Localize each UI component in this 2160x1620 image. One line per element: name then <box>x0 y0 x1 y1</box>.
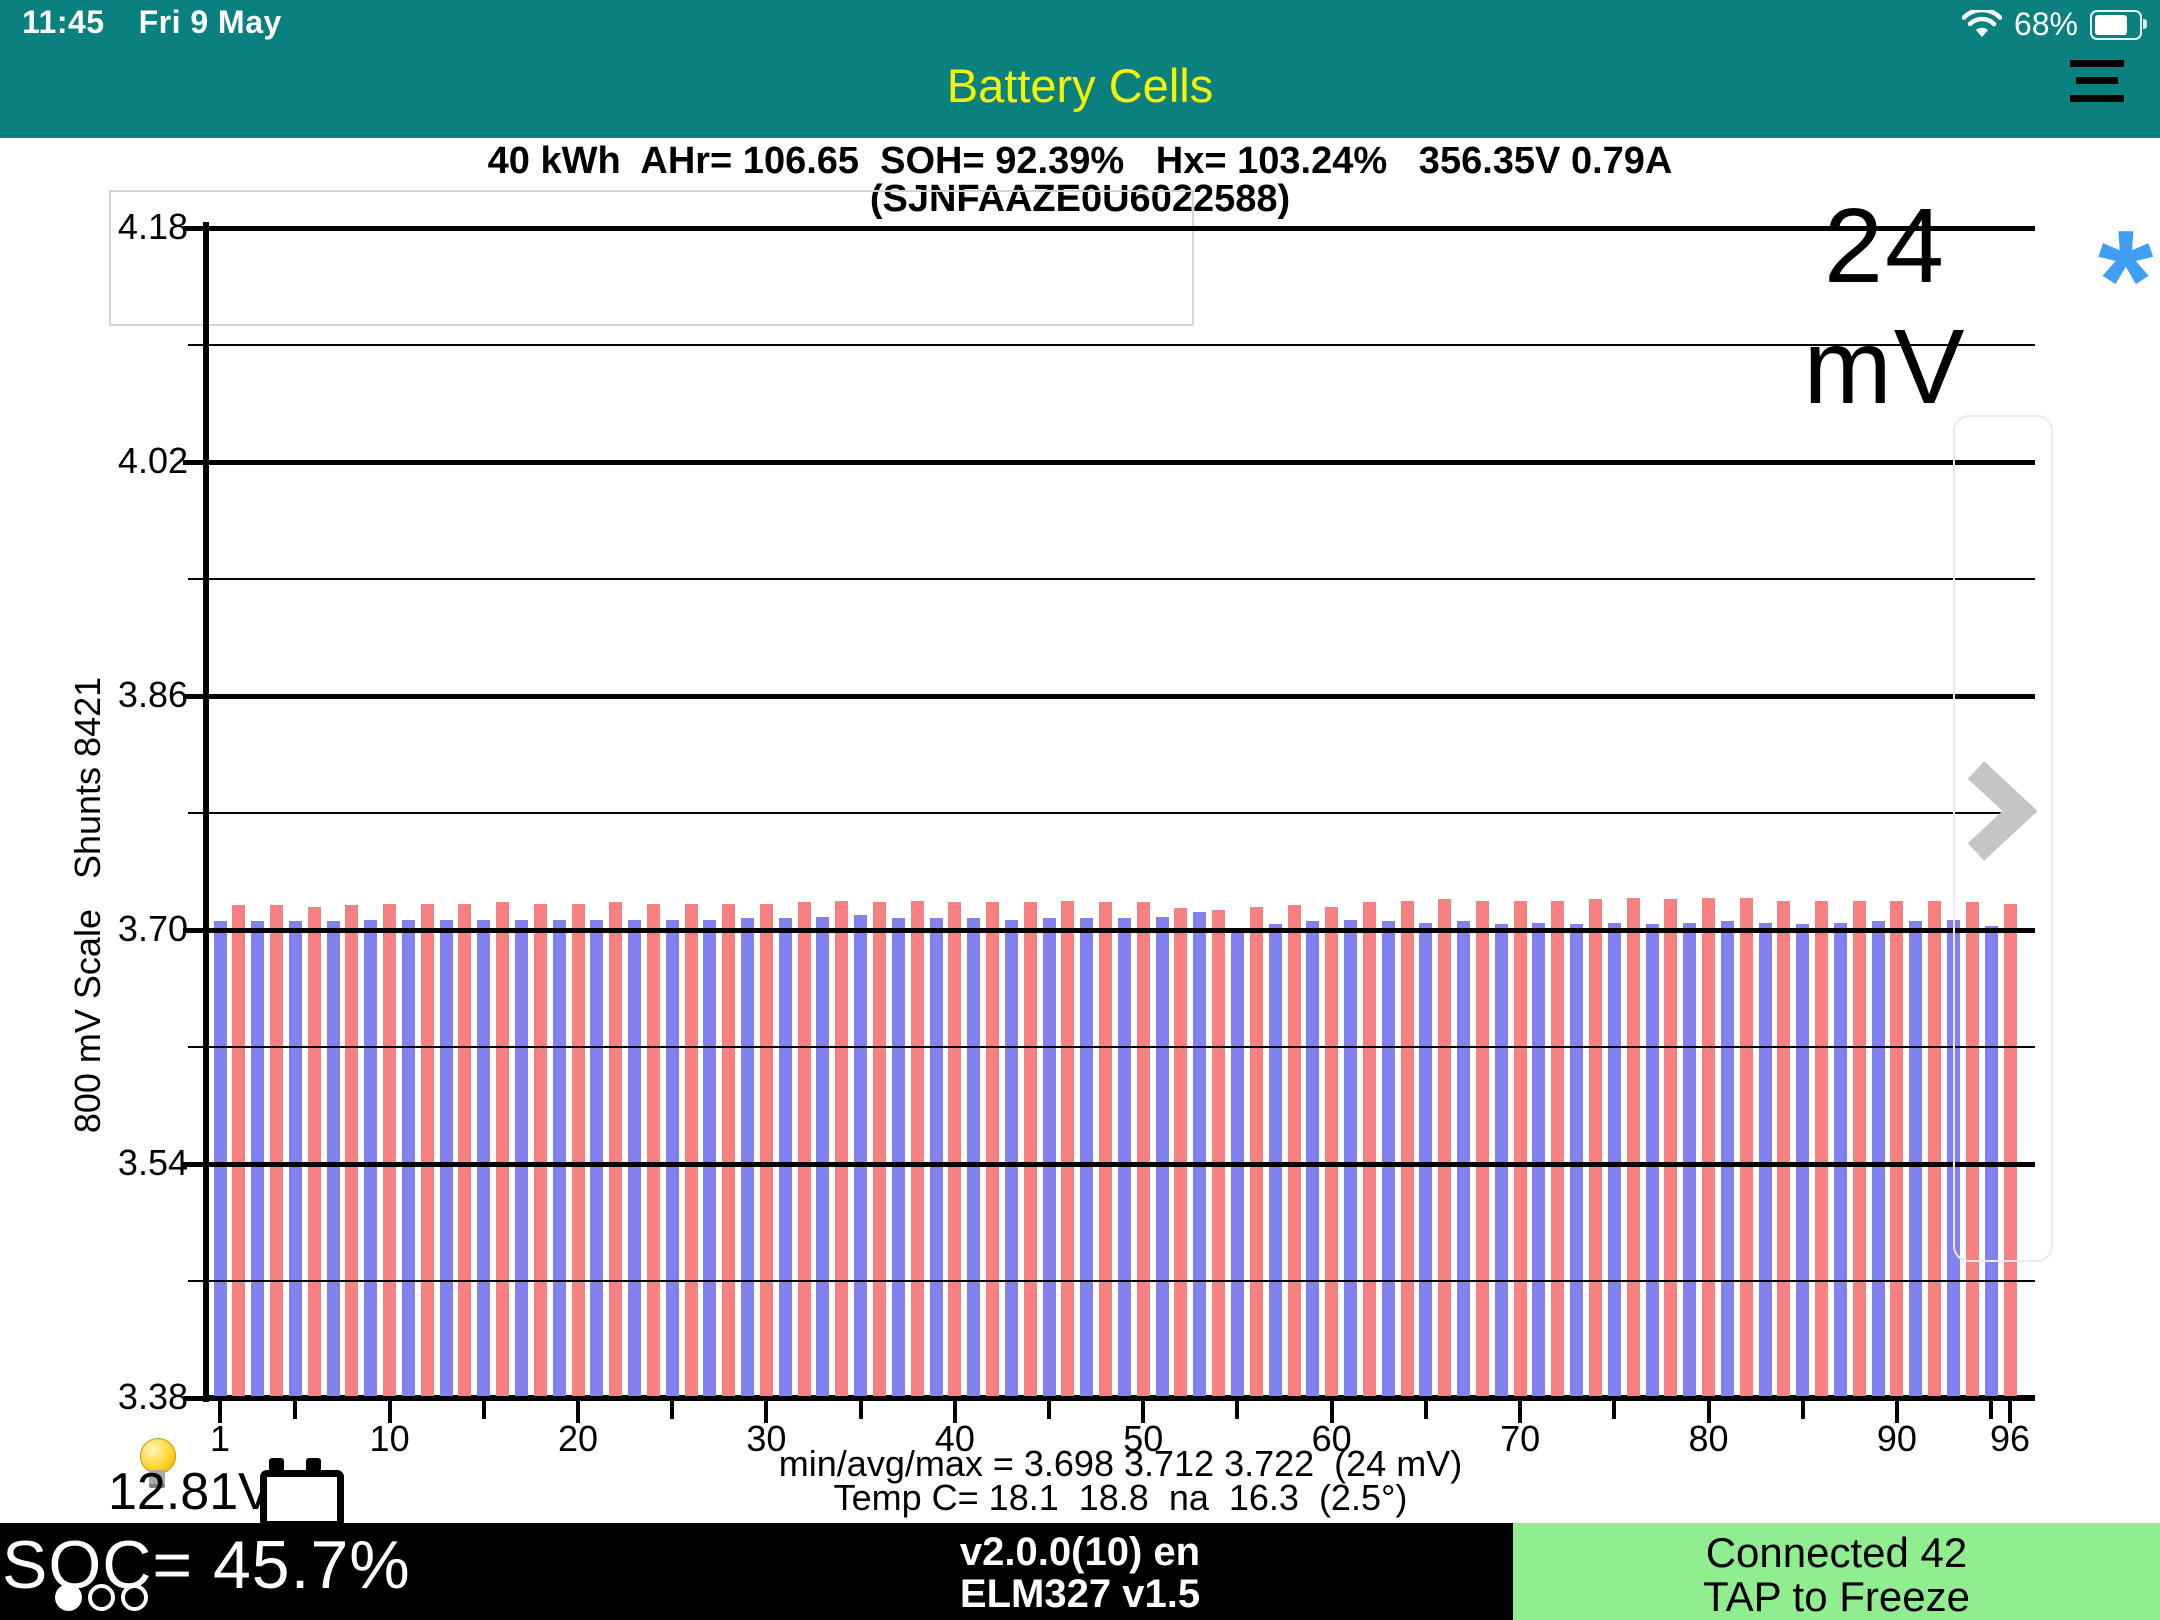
x-tick-minor <box>1801 1401 1805 1419</box>
x-tick <box>218 1401 222 1423</box>
aux-battery-voltage: 12.81V <box>108 1462 273 1522</box>
x-tick-minor <box>1235 1401 1239 1419</box>
x-tick <box>1895 1401 1899 1423</box>
x-tick-minor <box>293 1401 297 1419</box>
x-tick <box>1141 1401 1145 1423</box>
x-tick-minor <box>859 1401 863 1419</box>
x-tick <box>1707 1401 1711 1423</box>
y-tick-label: 4.02 <box>98 440 188 482</box>
leafspy-battery-cells-screen: 11:45Fri 9 May 68% Battery Cells 40 kWh … <box>0 0 2160 1620</box>
tap-to-freeze-label: TAP to Freeze <box>1513 1573 2160 1620</box>
y-tick-label: 3.38 <box>98 1376 188 1418</box>
y-tick-minor <box>188 344 206 346</box>
y-tick-minor <box>188 812 206 814</box>
x-tick-minor <box>1047 1401 1051 1419</box>
x-tick <box>1518 1401 1522 1423</box>
x-tick <box>953 1401 957 1423</box>
y-tick-minor <box>188 578 206 580</box>
chevron-right-icon[interactable] <box>1962 756 2042 871</box>
x-tick-minor <box>1424 1401 1428 1419</box>
x-tick-minor <box>482 1401 486 1419</box>
x-tick <box>388 1401 392 1423</box>
y-tick-label: 3.70 <box>98 908 188 950</box>
x-tick <box>764 1401 768 1423</box>
12v-battery-icon[interactable] <box>260 1458 338 1518</box>
connection-status-button[interactable]: Connected 42 TAP to Freeze <box>1513 1523 2160 1620</box>
y-axis-title: 800 mV Scale Shunts 8421 <box>67 677 109 1133</box>
x-tick-minor <box>1989 1401 1993 1419</box>
y-tick-minor <box>188 1046 206 1048</box>
x-tick <box>576 1401 580 1423</box>
battery-cells-chart: 800 mV Scale Shunts 8421 4.18 4.02 3.86 3.7… <box>0 0 2160 1620</box>
x-tick <box>1330 1401 1334 1423</box>
y-tick-label: 3.86 <box>98 674 188 716</box>
y-tick-minor <box>188 1280 206 1282</box>
connection-status-line1: Connected 42 <box>1513 1529 2160 1577</box>
chart-plot-area[interactable] <box>206 228 2035 1398</box>
x-tick <box>2008 1401 2012 1423</box>
temperature-label: Temp C= 18.1 18.8 na 16.3 (2.5°) <box>206 1477 2035 1519</box>
x-tick-minor <box>1612 1401 1616 1419</box>
y-tick-label: 4.18 <box>98 206 188 248</box>
y-tick-label: 3.54 <box>98 1142 188 1184</box>
x-tick-minor <box>670 1401 674 1419</box>
